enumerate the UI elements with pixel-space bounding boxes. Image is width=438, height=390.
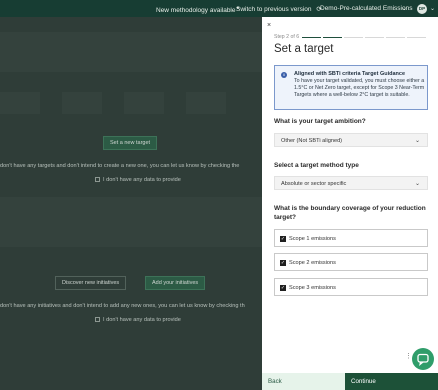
ambition-label: What is your target ambition? <box>274 118 366 125</box>
scope-3-checkbox[interactable]: ✓ Scope 3 emissions <box>274 278 428 296</box>
scope-label: Scope 3 emissions <box>289 284 336 291</box>
sbti-guidance-callout: i Aligned with SBTi criteria Target Guid… <box>274 65 428 110</box>
continue-button[interactable]: Continue <box>345 373 438 390</box>
progress-segment-4 <box>365 36 384 38</box>
background-block <box>62 92 102 114</box>
progress-segment-1 <box>302 36 321 38</box>
initiatives-empty-text: don't have any initiatives and don't int… <box>0 303 245 309</box>
ambition-value: Other (Not SBTi aligned) <box>281 137 343 144</box>
close-icon[interactable]: × <box>267 22 271 29</box>
no-data-label: I don't have any data to provide <box>103 177 181 183</box>
checkmark-icon: ✓ <box>280 285 286 291</box>
switch-previous-label: Switch to previous version <box>236 6 312 13</box>
scope-label: Scope 1 emissions <box>289 235 336 242</box>
scope-2-checkbox[interactable]: ✓ Scope 2 emissions <box>274 253 428 271</box>
background-block <box>0 92 40 114</box>
scope-1-checkbox[interactable]: ✓ Scope 1 emissions <box>274 229 428 247</box>
background-block <box>186 92 226 114</box>
account-name: Demo-Pre-calculated Emissions <box>320 5 413 12</box>
progress-segment-2 <box>323 36 342 38</box>
method-value: Absolute or sector specific <box>281 180 347 187</box>
account-switcher[interactable]: Demo-Pre-calculated Emissions <box>320 5 412 12</box>
chevron-down-icon: ⌄ <box>414 137 420 144</box>
background-block <box>0 197 262 247</box>
new-methodology-label: New methodology available <box>156 7 236 15</box>
back-label: Back <box>268 378 282 385</box>
checkmark-icon: ✓ <box>280 260 286 266</box>
method-label: Select a target method type <box>274 162 359 169</box>
ambition-select[interactable]: Other (Not SBTi aligned) ⌄ <box>274 133 428 147</box>
continue-label: Continue <box>351 378 376 385</box>
chevron-down-icon: ⌄ <box>414 180 420 187</box>
boundary-label: What is the boundary coverage of your re… <box>274 205 426 221</box>
background-block <box>124 92 164 114</box>
add-initiatives-button[interactable]: Add your initiatives <box>145 276 206 290</box>
step-indicator: Step 2 of 6 <box>274 34 300 40</box>
avatar-chevron-down-icon[interactable]: ⌄ <box>430 5 435 12</box>
targets-empty-text: don't have any targets and don't intend … <box>0 163 240 169</box>
set-target-drawer: × Step 2 of 6 Set a target i Aligned wit… <box>262 17 438 390</box>
no-data-checkbox-targets[interactable]: I don't have any data to provide <box>95 177 181 183</box>
discover-initiatives-button[interactable]: Discover new initiatives <box>55 276 127 290</box>
top-bar: New methodology available● Switch to pre… <box>0 0 438 17</box>
progress-segment-3 <box>344 36 363 38</box>
checkbox-icon <box>95 177 100 182</box>
drawer-title: Set a target <box>274 43 334 55</box>
checkmark-icon: ✓ <box>280 236 286 242</box>
background-page: Set a new target don't have any targets … <box>0 17 262 390</box>
no-data-checkbox-initiatives[interactable]: I don't have any data to provide <box>95 317 181 323</box>
new-methodology-link[interactable]: New methodology available● <box>156 5 239 14</box>
set-new-target-button[interactable]: Set a new target <box>103 136 158 150</box>
no-data-label: I don't have any data to provide <box>103 317 181 323</box>
account-chevron-down-icon[interactable]: ⌄ <box>402 5 407 12</box>
callout-body: To have your target validated, you must … <box>294 78 425 98</box>
scope-label: Scope 2 emissions <box>289 259 336 266</box>
info-icon: i <box>281 72 287 78</box>
switch-previous-version-link[interactable]: Switch to previous version ⟳ <box>236 5 322 13</box>
back-button[interactable]: Back <box>262 373 345 390</box>
progress-segment-6 <box>407 36 426 38</box>
method-select[interactable]: Absolute or sector specific ⌄ <box>274 176 428 190</box>
checkbox-icon <box>95 317 100 322</box>
avatar[interactable]: DP <box>417 3 427 14</box>
chat-support-button[interactable] <box>412 348 434 370</box>
progress-segment-5 <box>386 36 405 38</box>
background-block <box>0 32 262 72</box>
callout-heading: Aligned with SBTi criteria Target Guidan… <box>294 71 406 77</box>
chat-bubble-icon <box>417 353 429 367</box>
